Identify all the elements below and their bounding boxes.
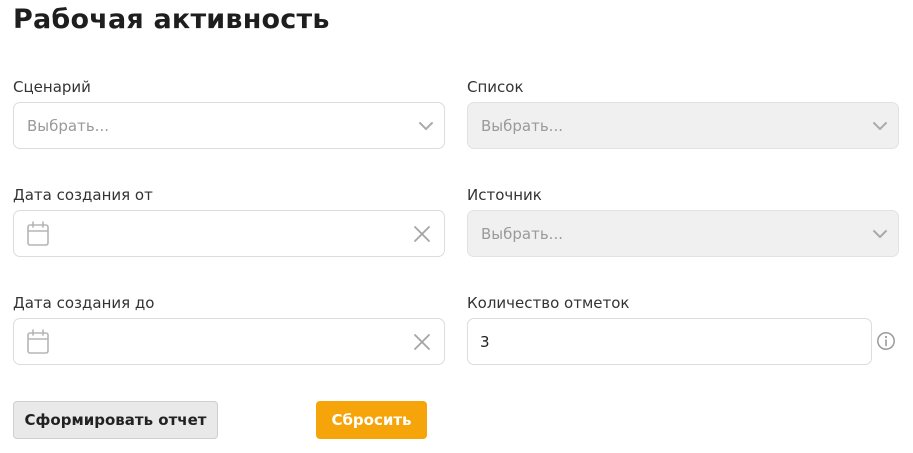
list-select-placeholder: Выбрать... [481,116,563,135]
chevron-down-icon [873,122,887,130]
reset-button[interactable]: Сбросить [316,401,427,439]
marks-count-input[interactable]: 3 [467,318,872,365]
list-select[interactable]: Выбрать... [467,102,899,149]
scenario-select-placeholder: Выбрать... [27,116,109,135]
scenario-select[interactable]: Выбрать... [13,102,445,149]
list-label: Список [467,78,524,96]
chevron-down-icon [873,230,887,238]
date-from-label: Дата создания от [13,186,153,204]
source-select[interactable]: Выбрать... [467,210,899,257]
close-icon[interactable] [413,333,431,351]
date-from-input[interactable] [13,210,445,257]
calendar-icon [27,221,49,246]
chevron-down-icon [419,122,433,130]
date-to-label: Дата создания до [13,294,155,312]
source-select-placeholder: Выбрать... [481,224,563,243]
source-label: Источник [467,186,542,204]
scenario-label: Сценарий [13,78,91,96]
date-to-input[interactable] [13,318,445,365]
generate-report-button[interactable]: Сформировать отчет [13,401,218,439]
close-icon[interactable] [413,225,431,243]
calendar-icon [27,329,49,354]
page-title: Рабочая активность [13,4,330,35]
marks-count-value: 3 [480,332,490,351]
marks-count-label: Количество отметок [467,294,630,312]
info-icon[interactable] [876,331,896,351]
